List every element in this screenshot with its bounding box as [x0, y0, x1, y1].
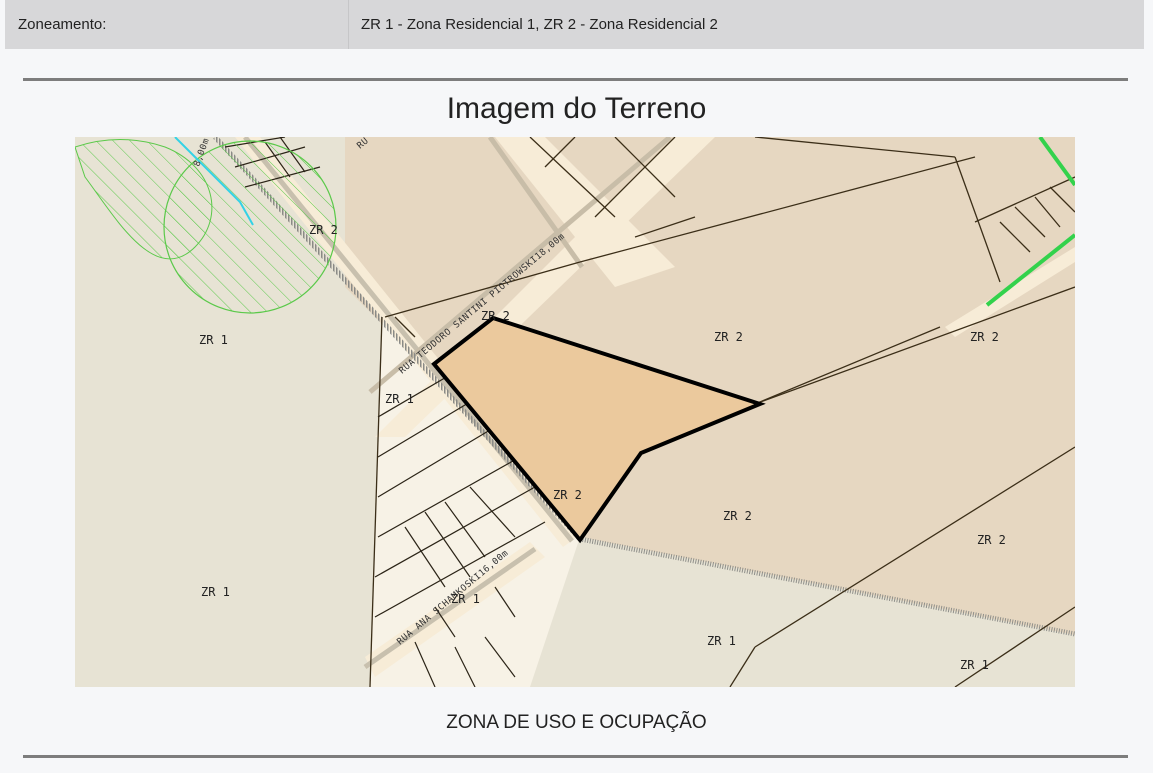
zone-label: ZR 1	[960, 658, 989, 672]
top-divider	[23, 78, 1128, 81]
zoning-value: ZR 1 - Zona Residencial 1, ZR 2 - Zona R…	[361, 16, 718, 33]
zone-label: ZR 1	[385, 392, 414, 406]
zone-label: ZR 2	[970, 330, 999, 344]
zone-label: ZR 2	[309, 223, 338, 237]
terrain-map[interactable]: ZR 2 ZR 2 ZR 1 ZR 1 ZR 2 ZR 2 ZR 2 ZR 2 …	[75, 137, 1075, 687]
zone-label: ZR 2	[977, 533, 1006, 547]
map-caption: ZONA DE USO E OCUPAÇÃO	[446, 712, 707, 733]
zone-label: ZR 2	[553, 488, 582, 502]
section-title: Imagem do Terreno	[446, 92, 707, 125]
zone-label: ZR 2	[714, 330, 743, 344]
zone-label: ZR 1	[707, 634, 736, 648]
zoning-info-row: Zoneamento: ZR 1 - Zona Residencial 1, Z…	[5, 0, 1144, 49]
zone-label: ZR 1	[199, 333, 228, 347]
bottom-divider	[23, 755, 1128, 758]
zone-label: ZR 2	[481, 309, 510, 323]
zone-label: ZR 2	[723, 509, 752, 523]
zone-label: ZR 1	[201, 585, 230, 599]
zoning-label: Zoneamento:	[18, 16, 107, 33]
